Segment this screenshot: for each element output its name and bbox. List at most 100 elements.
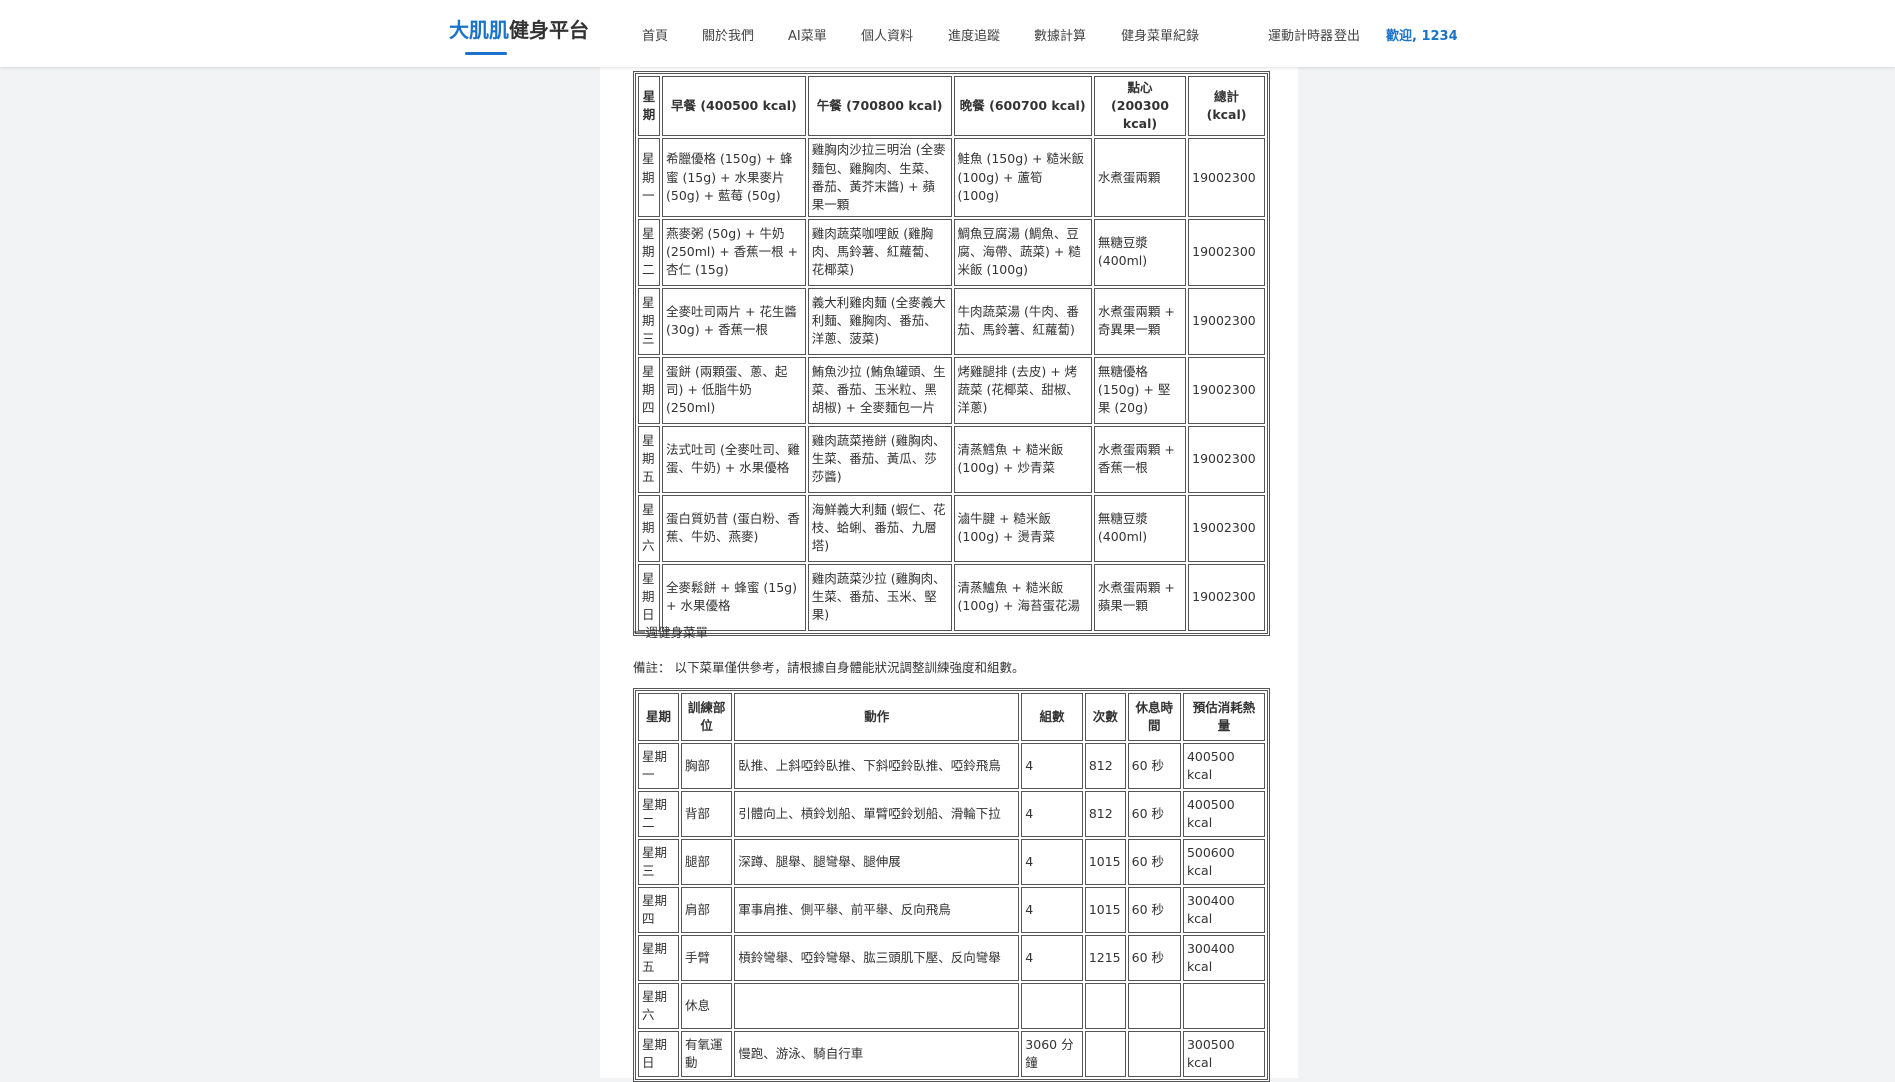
meal-breakfast-cell: 蛋餅 (兩顆蛋、蔥、起司) + 低脂牛奶 (250ml) [662,356,806,424]
meal-total-cell: 19002300 [1188,138,1265,217]
workout-rest-cell: 60 秒 [1127,887,1181,933]
meal-snack-cell: 無糖豆漿 (400ml) [1093,218,1187,286]
meal-day-cell: 星期二 [638,218,660,286]
meal-dinner-cell: 烤雞腿排 (去皮) + 烤蔬菜 (花椰菜、甜椒、洋蔥) [953,356,1092,424]
meal-header-day: 星期 [638,76,660,137]
nav-about[interactable]: 關於我們 [702,25,754,44]
table-row: 星期日 有氧運動 慢跑、游泳、騎自行車 3060 分鐘 300500 kcal [638,1031,1265,1077]
meal-day-cell: 星期五 [638,425,660,493]
meal-snack-cell: 水煮蛋兩顆 + 香蕉一根 [1093,425,1187,493]
workout-reps-cell: 812 [1084,791,1126,837]
workout-calories-cell: 400500 kcal [1182,791,1265,837]
meal-dinner-cell: 清蒸鱈魚 + 糙米飯 (100g) + 炒青菜 [953,425,1092,493]
workout-exercises-cell: 軍事肩推、側平舉、前平舉、反向飛鳥 [734,887,1020,933]
meal-snack-cell: 水煮蛋兩顆 + 奇異果一顆 [1093,287,1187,355]
workout-sets-cell: 4 [1021,887,1083,933]
workout-rest-cell: 60 秒 [1127,743,1181,789]
table-row: 星期五 法式吐司 (全麥吐司、雞蛋、牛奶) + 水果優格 雞肉蔬菜捲餅 (雞胸肉… [638,425,1265,493]
meal-total-cell: 19002300 [1188,218,1265,286]
workout-note: 備註： 以下菜單僅供參考，請根據自身體能狀況調整訓練強度和組數。 [633,660,1025,675]
meal-header-lunch: 午餐 (700800 kcal) [807,76,952,137]
table-row: 星期三 腿部 深蹲、腿舉、腿彎舉、腿伸展 4 1015 60 秒 500600 … [638,839,1265,885]
meal-breakfast-cell: 全麥吐司兩片 + 花生醬 (30g) + 香蕉一根 [662,287,806,355]
workout-reps-cell [1084,1031,1126,1077]
workout-rest-cell [1127,1031,1181,1077]
workout-calories-cell [1182,983,1265,1029]
workout-rest-cell: 60 秒 [1127,791,1181,837]
meal-snack-cell: 無糖豆漿 (400ml) [1093,494,1187,562]
table-row: 星期四 蛋餅 (兩顆蛋、蔥、起司) + 低脂牛奶 (250ml) 鮪魚沙拉 (鮪… [638,356,1265,424]
workout-reps-cell: 1215 [1084,935,1126,981]
table-row: 星期四 肩部 軍事肩推、側平舉、前平舉、反向飛鳥 4 1015 60 秒 300… [638,887,1265,933]
workout-exercises-cell: 槓鈴彎舉、啞鈴彎舉、肱三頭肌下壓、反向彎舉 [734,935,1020,981]
meal-header-breakfast: 早餐 (400500 kcal) [662,76,806,137]
workout-exercises-cell: 慢跑、游泳、騎自行車 [734,1031,1020,1077]
workout-day-cell: 星期一 [638,743,679,789]
workout-rest-cell: 60 秒 [1127,839,1181,885]
workout-header-calories: 預估消耗熱量 [1182,693,1265,741]
nav-home[interactable]: 首頁 [642,25,668,44]
workout-calories-cell: 300500 kcal [1182,1031,1265,1077]
meal-snack-cell: 水煮蛋兩顆 [1093,138,1187,217]
workout-day-cell: 星期日 [638,1031,679,1077]
workout-reps-cell [1084,983,1126,1029]
meal-header-dinner: 晚餐 (600700 kcal) [953,76,1092,137]
meal-lunch-cell: 海鮮義大利麵 (蝦仁、花枝、蛤蜊、番茄、九層塔) [807,494,952,562]
workout-exercises-cell: 引體向上、槓鈴划船、單臂啞鈴划船、滑輪下拉 [734,791,1020,837]
nav-logout[interactable]: 登出 [1334,25,1360,44]
workout-calories-cell: 400500 kcal [1182,743,1265,789]
meal-day-cell: 星期六 [638,494,660,562]
nav-calculator[interactable]: 數據計算 [1034,25,1086,44]
workout-rest-cell: 60 秒 [1127,935,1181,981]
site-logo[interactable]: 大肌肌健身平台 [449,14,589,43]
meal-snack-cell: 無糖優格 (150g) + 堅果 (20g) [1093,356,1187,424]
meal-total-cell: 19002300 [1188,425,1265,493]
meal-breakfast-cell: 法式吐司 (全麥吐司、雞蛋、牛奶) + 水果優格 [662,425,806,493]
table-row: 星期六 蛋白質奶昔 (蛋白粉、香蕉、牛奶、燕麥) 海鮮義大利麵 (蝦仁、花枝、蛤… [638,494,1265,562]
meal-dinner-cell: 牛肉蔬菜湯 (牛肉、番茄、馬鈴薯、紅蘿蔔) [953,287,1092,355]
meal-breakfast-cell: 希臘優格 (150g) + 蜂蜜 (15g) + 水果麥片 (50g) + 藍莓… [662,138,806,217]
meal-day-cell: 星期日 [638,563,660,631]
workout-muscle-cell: 胸部 [681,743,733,789]
workout-muscle-cell: 背部 [681,791,733,837]
workout-day-cell: 星期五 [638,935,679,981]
meal-dinner-cell: 滷牛腱 + 糙米飯 (100g) + 燙青菜 [953,494,1092,562]
meal-lunch-cell: 雞肉蔬菜沙拉 (雞胸肉、生菜、番茄、玉米、堅果) [807,563,952,631]
nav-ai-menu[interactable]: AI菜單 [788,25,827,44]
meal-lunch-cell: 雞胸肉沙拉三明治 (全麥麵包、雞胸肉、生菜、番茄、黃芥末醬) + 蘋果一顆 [807,138,952,217]
table-row: 星期一 胸部 臥推、上斜啞鈴臥推、下斜啞鈴臥推、啞鈴飛鳥 4 812 60 秒 … [638,743,1265,789]
workout-day-cell: 星期二 [638,791,679,837]
table-row: 星期三 全麥吐司兩片 + 花生醬 (30g) + 香蕉一根 義大利雞肉麵 (全麥… [638,287,1265,355]
meal-day-cell: 星期四 [638,356,660,424]
workout-calories-cell: 300400 kcal [1182,935,1265,981]
workout-sets-cell: 4 [1021,791,1083,837]
meal-header-snack: 點心 (200300 kcal) [1093,76,1187,137]
workout-muscle-cell: 腿部 [681,839,733,885]
workout-calories-cell: 500600 kcal [1182,839,1265,885]
meal-breakfast-cell: 蛋白質奶昔 (蛋白粉、香蕉、牛奶、燕麥) [662,494,806,562]
workout-sets-cell: 4 [1021,935,1083,981]
nav-timer[interactable]: 運動計時器 [1268,25,1333,44]
main-content: 星期 早餐 (400500 kcal) 午餐 (700800 kcal) 晚餐 … [600,67,1298,1082]
workout-header-sets: 組數 [1021,693,1083,741]
workout-header-day: 星期 [638,693,679,741]
workout-exercises-cell [734,983,1020,1029]
workout-header-rest: 休息時間 [1127,693,1181,741]
workout-header-reps: 次數 [1084,693,1126,741]
meal-total-cell: 19002300 [1188,287,1265,355]
top-navbar: 大肌肌健身平台 首頁 關於我們 AI菜單 個人資料 進度追蹤 數據計算 健身菜單… [0,0,1895,67]
meal-total-cell: 19002300 [1188,563,1265,631]
table-row: 星期一 希臘優格 (150g) + 蜂蜜 (15g) + 水果麥片 (50g) … [638,138,1265,217]
workout-muscle-cell: 肩部 [681,887,733,933]
nav-progress[interactable]: 進度追蹤 [948,25,1000,44]
workout-muscle-cell: 休息 [681,983,733,1029]
table-row: 星期日 全麥鬆餅 + 蜂蜜 (15g) + 水果優格 雞肉蔬菜沙拉 (雞胸肉、生… [638,563,1265,631]
nav-profile[interactable]: 個人資料 [861,25,913,44]
meal-plan-table: 星期 早餐 (400500 kcal) 午餐 (700800 kcal) 晚餐 … [633,71,1270,636]
meal-lunch-cell: 鮪魚沙拉 (鮪魚罐頭、生菜、番茄、玉米粒、黑胡椒) + 全麥麵包一片 [807,356,952,424]
meal-breakfast-cell: 全麥鬆餅 + 蜂蜜 (15g) + 水果優格 [662,563,806,631]
workout-exercises-cell: 深蹲、腿舉、腿彎舉、腿伸展 [734,839,1020,885]
meal-snack-cell: 水煮蛋兩顆 + 蘋果一顆 [1093,563,1187,631]
nav-workout-log[interactable]: 健身菜單紀錄 [1121,25,1199,44]
meal-lunch-cell: 雞肉蔬菜咖哩飯 (雞胸肉、馬鈴薯、紅蘿蔔、花椰菜) [807,218,952,286]
